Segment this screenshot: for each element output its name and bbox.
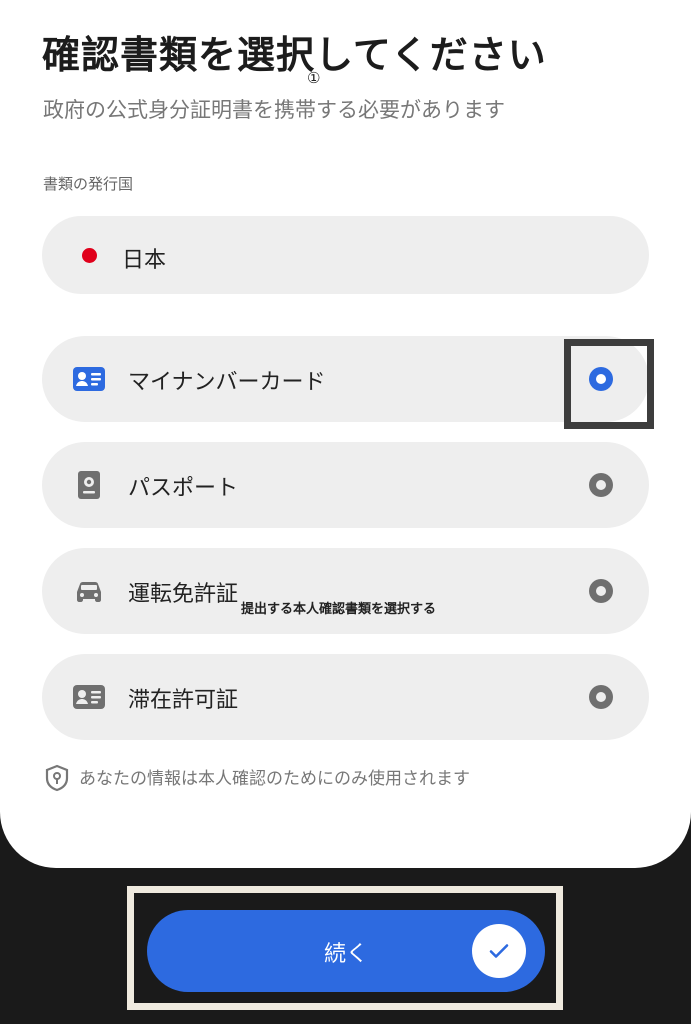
passport-icon [78,471,100,499]
page-title: 確認書類を選択してください [42,33,547,77]
country-selector[interactable]: 日本 [42,216,649,294]
document-selection-sheet: 確認書類を選択してください ① 政府の公式身分証明書を携帯する必要があります 書… [0,0,691,868]
privacy-note-text: あなたの情報は本人確認のためにのみ使用されます [79,769,470,789]
document-option-label: 滞在許可証 [128,688,239,713]
document-option-residence-card[interactable]: 滞在許可証 [42,654,649,740]
step-marker: ① [307,69,321,87]
country-name: 日本 [122,248,167,273]
continue-button[interactable]: 続く [147,910,545,992]
document-option-my-number-card[interactable]: マイナンバーカード [42,336,649,422]
id-card-icon [73,367,105,391]
highlight-frame [564,339,654,429]
radio-button[interactable] [589,579,613,603]
radio-button[interactable] [589,473,613,497]
document-option-label: マイナンバーカード [128,370,326,395]
tooltip-text: 提出する本人確認書類を選択する [241,602,437,617]
page-subtitle: 政府の公式身分証明書を携帯する必要があります [43,98,505,122]
document-option-passport[interactable]: パスポート [42,442,649,528]
check-icon [472,924,526,978]
document-option-label: パスポート [128,476,239,501]
car-icon [77,582,101,602]
document-option-label: 運転免許証 [128,582,239,607]
residence-card-icon [73,685,105,709]
shield-location-icon [45,764,69,792]
japan-flag-icon [82,248,97,263]
document-option-drivers-license[interactable]: 運転免許証 [42,548,649,634]
country-section-label: 書類の発行国 [43,175,134,193]
radio-button[interactable] [589,685,613,709]
